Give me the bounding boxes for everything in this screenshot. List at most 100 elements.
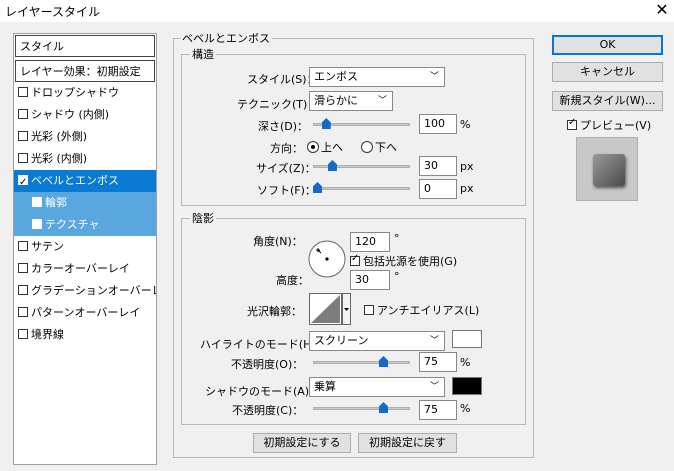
highlight-mode-label: ハイライトのモード(H)： [200, 338, 327, 351]
checkbox-icon[interactable] [18, 307, 28, 317]
angle-dial-icon[interactable] [307, 239, 347, 279]
chevron-down-icon: ﹀ [429, 336, 439, 346]
direction-down-radio[interactable]: 下へ [361, 139, 397, 155]
checkbox-icon[interactable] [18, 153, 28, 163]
new-style-button[interactable]: 新規スタイル(W)... [552, 91, 663, 111]
close-icon[interactable]: ✕ [652, 0, 672, 20]
checkbox-icon[interactable] [18, 263, 28, 273]
checkbox-icon[interactable] [18, 241, 28, 251]
list-item-label: 光彩 (外側) [31, 130, 88, 143]
shadow-opacity-track[interactable] [313, 407, 410, 410]
checkbox-checked-icon[interactable] [567, 117, 577, 130]
list-item-bevel-emboss[interactable]: ベベルとエンボス [14, 170, 156, 192]
checkbox-icon[interactable] [18, 329, 28, 339]
list-item-label: グラデーションオーバーレイ [31, 284, 156, 297]
list-item-gradient-overlay[interactable]: グラデーションオーバーレイ [14, 280, 156, 302]
list-item-stroke[interactable]: 境界線 [14, 324, 156, 346]
checkbox-icon[interactable] [32, 219, 42, 229]
direction-up-label: 上へ [321, 141, 343, 154]
window-title: レイヤースタイル [5, 5, 101, 19]
checkbox-icon[interactable] [18, 109, 28, 119]
highlight-mode-select[interactable]: スクリーン ﹀ [309, 331, 445, 351]
list-item-label: サテン [31, 240, 64, 253]
reset-default-button[interactable]: 初期設定に戻す [358, 433, 457, 453]
list-item-inner-glow[interactable]: 光彩 (内側) [14, 148, 156, 170]
styles-header[interactable]: スタイル [15, 35, 155, 57]
shadow-opacity-label: 不透明度(C)： [232, 404, 304, 417]
size-unit: px [460, 160, 474, 173]
list-item-drop-shadow[interactable]: ドロップシャドウ [14, 82, 156, 104]
cancel-button[interactable]: キャンセル [552, 62, 663, 82]
direction-up-radio[interactable]: 上へ [307, 139, 343, 155]
shadow-mode-value: 乗算 [314, 380, 336, 393]
gloss-contour-label: 光沢輪郭： [247, 305, 302, 318]
style-list: スタイル レイヤー効果：初期設定 ドロップシャドウ シャドウ (内側) 光彩 (… [13, 33, 157, 465]
antialias-checkbox[interactable]: アンチエイリアス(L) [364, 302, 479, 318]
altitude-label: 高度： [276, 274, 309, 287]
make-default-button[interactable]: 初期設定にする [253, 433, 351, 453]
angle-input[interactable]: 120 [350, 232, 390, 252]
highlight-opacity-track[interactable] [313, 361, 410, 364]
shadow-mode-select[interactable]: 乗算 ﹀ [309, 377, 445, 397]
highlight-opacity-unit: % [460, 356, 471, 369]
checkbox-icon[interactable] [364, 305, 374, 315]
preview-box [576, 137, 638, 201]
highlight-opacity-label: 不透明度(O)： [231, 358, 304, 371]
checkbox-icon[interactable] [18, 87, 28, 97]
size-label: サイズ(Z)： [256, 162, 316, 175]
shading-title: 陰影 [190, 210, 216, 226]
size-slider-track[interactable] [313, 165, 410, 168]
shadow-opacity-input[interactable]: 75 [419, 400, 457, 420]
list-item-outer-glow[interactable]: 光彩 (外側) [14, 126, 156, 148]
size-input[interactable]: 30 [419, 156, 457, 176]
list-item-satin[interactable]: サテン [14, 236, 156, 258]
list-item-pattern-overlay[interactable]: パターンオーバーレイ [14, 302, 156, 324]
list-item-label: カラーオーバーレイ [31, 262, 130, 275]
checkbox-icon[interactable] [32, 197, 42, 207]
highlight-opacity-input[interactable]: 75 [419, 352, 457, 372]
chevron-down-icon: ﹀ [377, 96, 387, 106]
list-item-label: テクスチャ [45, 218, 100, 231]
list-item-label: 光彩 (内側) [31, 152, 88, 165]
highlight-color-swatch[interactable] [452, 330, 482, 348]
checkbox-icon[interactable] [18, 131, 28, 141]
antialias-label: アンチエイリアス(L) [377, 304, 480, 317]
global-light-checkbox[interactable]: 包括光源を使用(G) [350, 253, 457, 269]
technique-select[interactable]: 滑らかに ﹀ [309, 91, 393, 111]
chevron-down-icon: ﹀ [429, 72, 439, 82]
preview-swatch [593, 154, 625, 186]
soften-slider-track[interactable] [313, 187, 410, 190]
global-light-label: 包括光源を使用(G) [363, 255, 458, 268]
checkbox-checked-icon[interactable] [18, 172, 28, 192]
highlight-mode-value: スクリーン [314, 334, 369, 347]
effects-default-item[interactable]: レイヤー効果：初期設定 [15, 60, 155, 82]
list-item-label: ドロップシャドウ [31, 86, 119, 99]
style-select[interactable]: エンボス ﹀ [309, 67, 445, 87]
preview-checkbox[interactable]: プレビュー(V) [567, 117, 651, 133]
chevron-down-icon: ﹀ [429, 382, 439, 392]
list-item-label: ベベルとエンボス [31, 174, 119, 187]
checkbox-checked-icon[interactable] [350, 253, 360, 266]
altitude-input[interactable]: 30 [350, 270, 390, 290]
angle-unit: ° [394, 232, 400, 245]
preview-label: プレビュー(V) [580, 119, 652, 132]
list-item-inner-shadow[interactable]: シャドウ (内側) [14, 104, 156, 126]
list-item-label: パターンオーバーレイ [31, 306, 141, 319]
altitude-unit: ° [394, 270, 400, 283]
soften-input[interactable]: 0 [419, 179, 457, 199]
depth-input[interactable]: 100 [419, 114, 457, 134]
bevel-emboss-title: ベベルとエンボス [180, 30, 272, 46]
ok-button[interactable]: OK [552, 35, 663, 55]
shadow-opacity-unit: % [460, 402, 471, 415]
radio-selected-icon[interactable] [307, 141, 319, 153]
gloss-contour-picker-icon[interactable] [309, 293, 351, 325]
style-label: スタイル(S)： [247, 73, 318, 86]
checkbox-icon[interactable] [18, 285, 28, 295]
list-item-color-overlay[interactable]: カラーオーバーレイ [14, 258, 156, 280]
radio-icon[interactable] [361, 141, 373, 153]
shadow-color-swatch[interactable] [452, 377, 482, 395]
soften-unit: px [460, 182, 474, 195]
style-select-value: エンボス [314, 70, 358, 83]
list-item-texture[interactable]: テクスチャ [14, 214, 156, 236]
list-item-contour[interactable]: 輪郭 [14, 192, 156, 214]
